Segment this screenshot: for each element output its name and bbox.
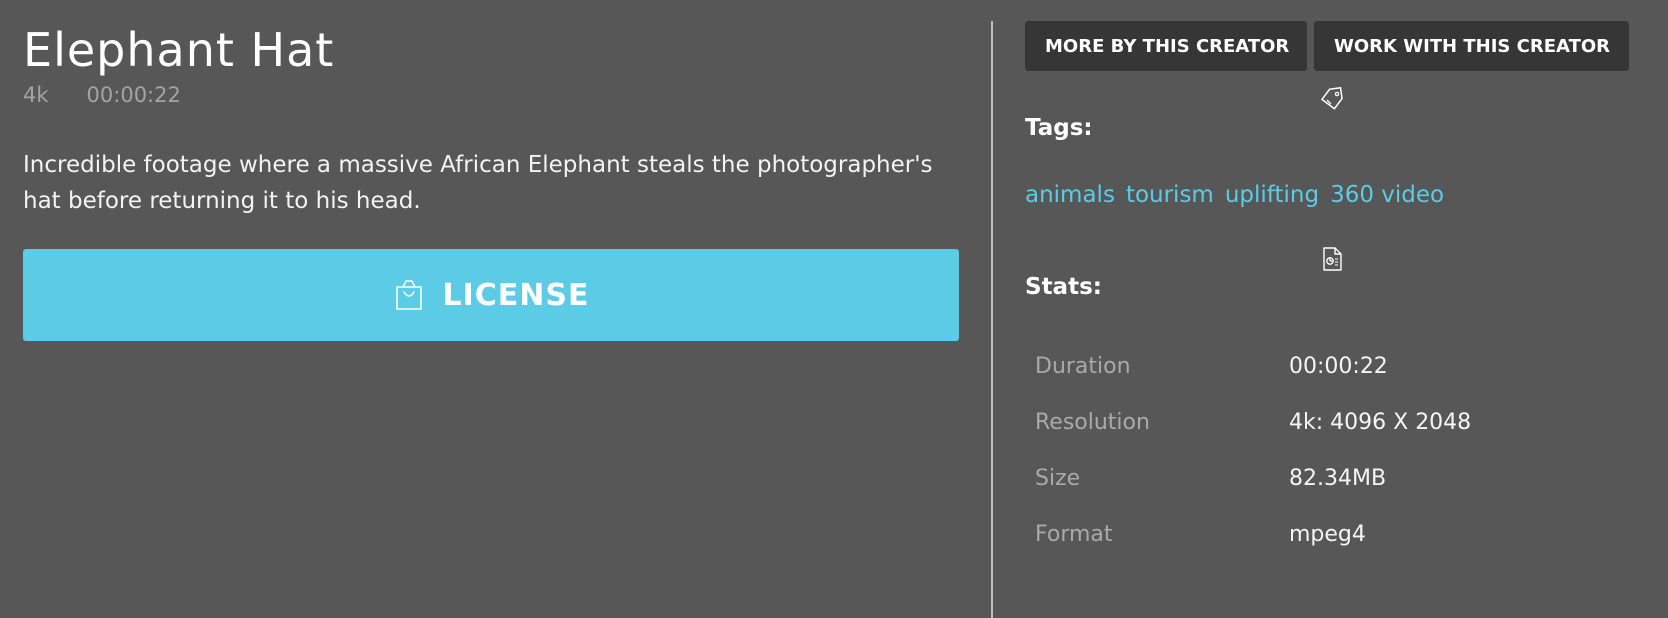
creator-actions: MORE BY THIS CREATOR WORK WITH THIS CREA… xyxy=(1025,21,1629,71)
tag-list: animals tourism uplifting 360 video xyxy=(1025,182,1444,208)
page-title: Elephant Hat xyxy=(23,23,335,77)
stat-value: mpeg4 xyxy=(1289,521,1366,547)
stats-table: Duration 00:00:22 Resolution 4k: 4096 X … xyxy=(1035,338,1471,562)
tags-heading: Tags: xyxy=(1025,115,1093,141)
stat-key: Format xyxy=(1035,521,1113,547)
stat-value: 4k: 4096 X 2048 xyxy=(1289,409,1472,435)
tag-icon xyxy=(1321,86,1343,110)
file-stats-icon xyxy=(1323,247,1342,271)
stats-row: Duration 00:00:22 xyxy=(1035,338,1471,394)
tag-link-tourism[interactable]: tourism xyxy=(1126,182,1214,208)
quality-badge: 4k xyxy=(23,83,49,107)
video-description: Incredible footage where a massive Afric… xyxy=(23,152,933,214)
column-divider xyxy=(991,21,993,618)
stat-key: Duration xyxy=(1035,353,1131,379)
stat-value: 82.34MB xyxy=(1289,465,1387,491)
stat-key: Size xyxy=(1035,465,1081,491)
license-button-label: LICENSE xyxy=(442,277,590,313)
more-by-creator-button[interactable]: MORE BY THIS CREATOR xyxy=(1025,21,1307,71)
stats-heading: Stats: xyxy=(1025,274,1102,300)
work-with-creator-button[interactable]: WORK WITH THIS CREATOR xyxy=(1314,21,1629,71)
video-detail-page: Elephant Hat 4k 00:00:22 Incredible foota… xyxy=(0,0,1668,618)
video-meta: 4k 00:00:22 xyxy=(23,83,181,107)
shopping-bag-icon xyxy=(395,280,422,310)
tag-link-uplifting[interactable]: uplifting xyxy=(1225,182,1319,208)
stats-row: Size 82.34MB xyxy=(1035,450,1471,506)
tag-link-360-video[interactable]: 360 video xyxy=(1330,182,1444,208)
stat-value: 00:00:22 xyxy=(1289,353,1388,379)
stats-row: Format mpeg4 xyxy=(1035,506,1471,562)
duration-text: 00:00:22 xyxy=(86,83,181,107)
stats-row: Resolution 4k: 4096 X 2048 xyxy=(1035,394,1471,450)
stat-key: Resolution xyxy=(1035,409,1150,435)
tag-link-animals[interactable]: animals xyxy=(1025,182,1115,208)
license-button[interactable]: LICENSE xyxy=(23,249,959,341)
